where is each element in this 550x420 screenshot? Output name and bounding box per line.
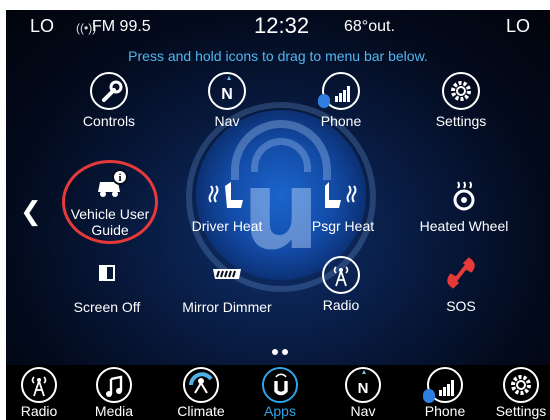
previous-page-chevron-icon[interactable]: ❮ [20,196,42,227]
page-indicator[interactable] [270,342,290,360]
menubar-label: Settings [495,403,547,419]
menubar-media[interactable]: Media [79,367,149,419]
screen-off-icon [87,263,127,285]
svg-text:i: i [118,172,121,184]
drag-hint: Press and hold icons to drag to menu bar… [128,48,428,64]
signal-bars-icon [318,72,360,110]
menubar-settings[interactable]: Settings [486,367,550,419]
bluetooth-icon [423,389,435,403]
menubar-apps[interactable]: Apps [245,367,315,419]
compass-n-icon: N [208,72,246,110]
radio-tower-icon [322,256,360,294]
menubar-phone[interactable]: Phone [410,367,480,419]
app-label: Psgr Heat [311,218,375,234]
mirror-dimmer-icon [207,263,247,285]
radio-station[interactable]: FM 99.5 [92,18,151,36]
clock: 12:32 [254,13,310,38]
app-phone[interactable]: Phone [286,72,396,129]
vehicle-guide-icon: i [90,168,130,200]
climate-icon [183,367,219,403]
app-screen-off[interactable]: Screen Off [52,263,162,315]
page-dot [272,349,278,355]
app-vehicle-user-guide[interactable]: i Vehicle User Guide [55,168,165,238]
app-radio[interactable]: Radio [286,256,396,313]
music-note-icon [96,367,132,403]
app-psgr-heat[interactable]: Psgr Heat [288,180,398,234]
phone-handset-icon [441,256,481,292]
status-bar: LO ((•)) FM 99.5 12:32 68°out. LO [6,10,550,44]
page-dot [282,349,288,355]
left-climate-setting[interactable]: LO [30,16,54,37]
compass-letter: N [221,86,233,103]
right-climate-setting[interactable]: LO [506,16,530,37]
app-label: Driver Heat [191,218,263,234]
gear-icon [442,72,480,110]
app-label: Screen Off [73,299,141,315]
seat-heat-icon [323,180,363,212]
menubar-label: Climate [177,403,225,419]
app-label: Vehicle User [70,206,150,222]
app-controls[interactable]: Controls [54,72,164,129]
wrench-icon [90,72,128,110]
menubar-nav[interactable]: N Nav [328,367,398,419]
menubar-label: Nav [350,403,376,419]
menu-bar: Radio Media Climate Apps N Nav Phone Set… [6,365,550,420]
app-label: Controls [82,113,136,129]
app-heated-wheel[interactable]: Heated Wheel [409,180,519,234]
app-driver-heat[interactable]: Driver Heat [172,180,282,234]
app-label: Radio [322,297,360,313]
signal-bars-icon [423,367,463,403]
menubar-label: Radio [20,403,58,419]
uconnect-icon [262,367,298,403]
compass-n-icon: N [345,367,381,403]
app-sos[interactable]: SOS [406,256,516,314]
app-label: Guide [91,222,129,238]
radio-tower-icon [21,367,57,403]
menubar-label: Apps [264,403,296,419]
bluetooth-icon [318,94,330,108]
menubar-label: Phone [424,403,466,419]
gear-icon [503,367,539,403]
app-label: Mirror Dimmer [182,299,272,315]
menubar-radio[interactable]: Radio [6,367,74,419]
app-nav[interactable]: N Nav [172,72,282,129]
heated-wheel-icon [444,180,484,212]
seat-heat-icon [207,180,247,212]
app-label: Settings [435,113,487,129]
outside-temperature: 68°out. [344,18,395,35]
uconnect-screen: u LO ((•)) FM 99.5 12:32 68°out. LO Pres… [6,10,550,420]
menubar-label: Media [94,403,134,419]
app-settings[interactable]: Settings [406,72,516,129]
compass-letter: N [358,380,369,397]
app-label: Heated Wheel [419,218,509,234]
app-mirror-dimmer[interactable]: Mirror Dimmer [172,263,282,315]
app-label: Phone [320,113,362,129]
menubar-climate[interactable]: Climate [166,367,236,419]
app-label: Nav [214,113,240,129]
app-label: SOS [446,298,476,314]
